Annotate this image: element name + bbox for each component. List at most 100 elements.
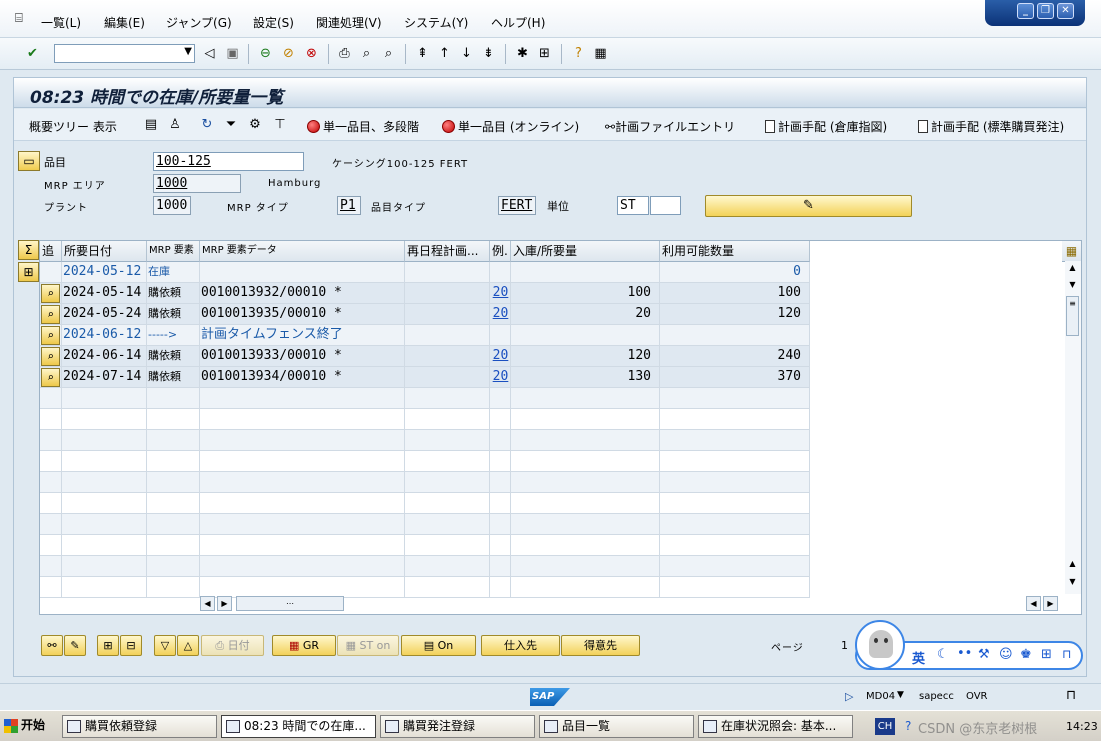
edit-button[interactable]: ✎: [705, 195, 912, 217]
ime-avatar-icon[interactable]: [855, 620, 905, 670]
plan-stock-transfer-button[interactable]: 計画手配 (倉庫指図): [765, 118, 887, 135]
menu-environment[interactable]: 関連処理(V): [316, 14, 382, 31]
shirt-icon[interactable]: ♚: [1020, 647, 1032, 662]
task-purchase-order[interactable]: 購買発注登録: [380, 715, 535, 738]
chevron-down-icon[interactable]: ▼: [184, 46, 192, 57]
column-header-exception[interactable]: 例.: [490, 241, 511, 262]
save-icon[interactable]: ▣: [224, 45, 241, 62]
filter-icon[interactable]: ⏷: [222, 116, 240, 134]
material-icon[interactable]: ▤: [142, 116, 160, 134]
header-toggle-button[interactable]: ▭: [18, 151, 40, 171]
column-header-mrp-element[interactable]: MRP 要素: [147, 241, 200, 262]
new-session-icon[interactable]: ✱: [514, 45, 531, 62]
print-icon[interactable]: ⎙: [336, 45, 353, 62]
lock-icon[interactable]: ⊓: [1062, 647, 1071, 661]
task-stock-requirements[interactable]: 08:23 時間での在庫...: [221, 715, 376, 738]
sort-descending-button[interactable]: ▽: [154, 635, 176, 656]
menu-settings[interactable]: 設定(S): [253, 14, 294, 31]
close-button[interactable]: ✕: [1057, 3, 1074, 19]
customer-button[interactable]: 得意先: [561, 635, 640, 656]
pegging-icon[interactable]: ⊤: [271, 116, 289, 134]
column-header-mrp-data[interactable]: MRP 要素データ: [200, 241, 405, 262]
ime-language[interactable]: 英: [912, 648, 925, 667]
menu-list[interactable]: 一覧(L): [41, 14, 81, 31]
table-row[interactable]: ⌕ 2024-06-14 購依頼 0010013933/00010 * 20 120 240: [40, 346, 810, 367]
zoom-icon[interactable]: ⌕: [41, 368, 60, 387]
sort-ascending-button[interactable]: △: [177, 635, 199, 656]
cell-exc[interactable]: 20: [490, 304, 511, 325]
scroll-down-button[interactable]: ▼: [1065, 575, 1080, 590]
back-icon[interactable]: ⊖: [257, 45, 274, 62]
sum-button[interactable]: Σ: [18, 240, 39, 260]
scroll-up-small-button[interactable]: ▼: [1065, 278, 1080, 293]
scroll-right-end-button[interactable]: ▶: [1043, 596, 1058, 611]
chevron-down-icon[interactable]: ▼: [897, 690, 904, 700]
column-header-indicator[interactable]: 追: [40, 241, 62, 262]
mrp-area-field[interactable]: 1000: [153, 174, 241, 193]
task-purchase-requisition[interactable]: 購買依頼登録: [62, 715, 217, 738]
restore-button[interactable]: ❐: [1037, 3, 1054, 19]
menu-goto[interactable]: ジャンプ(G): [166, 14, 232, 31]
column-header-reschedule[interactable]: 再日程計画...: [405, 241, 490, 262]
cell-exc[interactable]: 20: [490, 346, 511, 367]
plan-standard-po-button[interactable]: 計画手配 (標準購買発注): [918, 118, 1064, 135]
vertical-scrollbar[interactable]: ▲ ▼ ≡ ▲ ▼: [1065, 261, 1081, 594]
date-button[interactable]: ⎙ 日付: [201, 635, 264, 656]
menu-icon[interactable]: ⌸: [15, 11, 23, 26]
collapse-button[interactable]: ⊟: [120, 635, 142, 656]
refresh-icon[interactable]: ↻: [198, 116, 216, 134]
scroll-left-end-button[interactable]: ◀: [1026, 596, 1041, 611]
task-stock-overview[interactable]: 在庫状況照会: 基本...: [698, 715, 853, 738]
scroll-left-button[interactable]: ◀: [200, 596, 215, 611]
column-header-date[interactable]: 所要日付: [62, 241, 147, 262]
settings-icon[interactable]: ⚙: [246, 116, 264, 134]
horizontal-scrollbar[interactable]: ◀ ▶ ⋯ ◀ ▶: [200, 596, 1060, 612]
expand-button[interactable]: ⊞: [97, 635, 119, 656]
column-settings-button[interactable]: ▦: [1062, 241, 1081, 262]
enter-icon[interactable]: ✔: [24, 45, 41, 62]
table-row[interactable]: ⌕ 2024-06-12 -----> 計画タイムフェンス終了: [40, 325, 810, 346]
zoom-icon[interactable]: ⌕: [41, 284, 60, 303]
smile-icon[interactable]: ☺: [999, 647, 1013, 662]
moon-icon[interactable]: ☾: [937, 647, 949, 662]
help-tray-icon[interactable]: ?: [905, 719, 911, 733]
menu-system[interactable]: システム(Y): [404, 14, 468, 31]
table-row[interactable]: ⌕ 2024-07-14 購依頼 0010013934/00010 * 20 130 370: [40, 367, 810, 388]
planning-file-button[interactable]: ⚯計画ファイルエントリ: [605, 118, 735, 135]
prev-page-icon[interactable]: ↑: [436, 45, 453, 62]
zoom-icon[interactable]: ⌕: [41, 326, 60, 345]
single-multilevel-button[interactable]: 単一品目、多段階: [307, 118, 419, 135]
column-header-available-quantity[interactable]: 利用可能数量: [660, 241, 810, 262]
hscroll-thumb[interactable]: ⋯: [236, 596, 344, 611]
layout-icon[interactable]: ▦: [592, 45, 609, 62]
person-icon[interactable]: ♙: [166, 116, 184, 134]
minimize-button[interactable]: _: [1017, 3, 1034, 19]
zoom-icon[interactable]: ⌕: [41, 347, 60, 366]
scroll-right-button[interactable]: ▶: [217, 596, 232, 611]
menu-help[interactable]: ヘルプ(H): [491, 14, 545, 31]
detail-button[interactable]: ⊞: [18, 262, 39, 282]
cell-exc[interactable]: 20: [490, 283, 511, 304]
find-icon[interactable]: ⌕: [358, 45, 375, 62]
last-page-icon[interactable]: ⇟: [480, 45, 497, 62]
scroll-thumb[interactable]: ≡: [1066, 296, 1079, 336]
first-page-icon[interactable]: ⇞: [414, 45, 431, 62]
exit-icon[interactable]: ⊘: [280, 45, 297, 62]
help-icon[interactable]: ?: [570, 45, 587, 62]
pencil-button[interactable]: ✎: [64, 635, 86, 656]
scroll-down-small-button[interactable]: ▲: [1065, 557, 1080, 572]
command-field[interactable]: ▼: [54, 44, 195, 63]
zoom-icon[interactable]: ⌕: [41, 305, 60, 324]
gr-button[interactable]: ▦ GR: [272, 635, 336, 656]
punctuation-icon[interactable]: ••: [957, 646, 972, 661]
on-button[interactable]: ▤ On: [401, 635, 476, 656]
scroll-up-button[interactable]: ▲: [1065, 261, 1080, 276]
glasses-button[interactable]: ⚯: [41, 635, 63, 656]
material-field[interactable]: 100-125: [153, 152, 304, 171]
shortcut-icon[interactable]: ⊞: [536, 45, 553, 62]
table-row[interactable]: ⌕ 2024-05-24 購依頼 0010013935/00010 * 20 20 120: [40, 304, 810, 325]
language-indicator[interactable]: CH: [875, 718, 895, 735]
table-row[interactable]: 2024-05-12 在庫 0: [40, 262, 810, 283]
start-button[interactable]: 开始: [1, 714, 51, 739]
next-page-icon[interactable]: ↓: [458, 45, 475, 62]
